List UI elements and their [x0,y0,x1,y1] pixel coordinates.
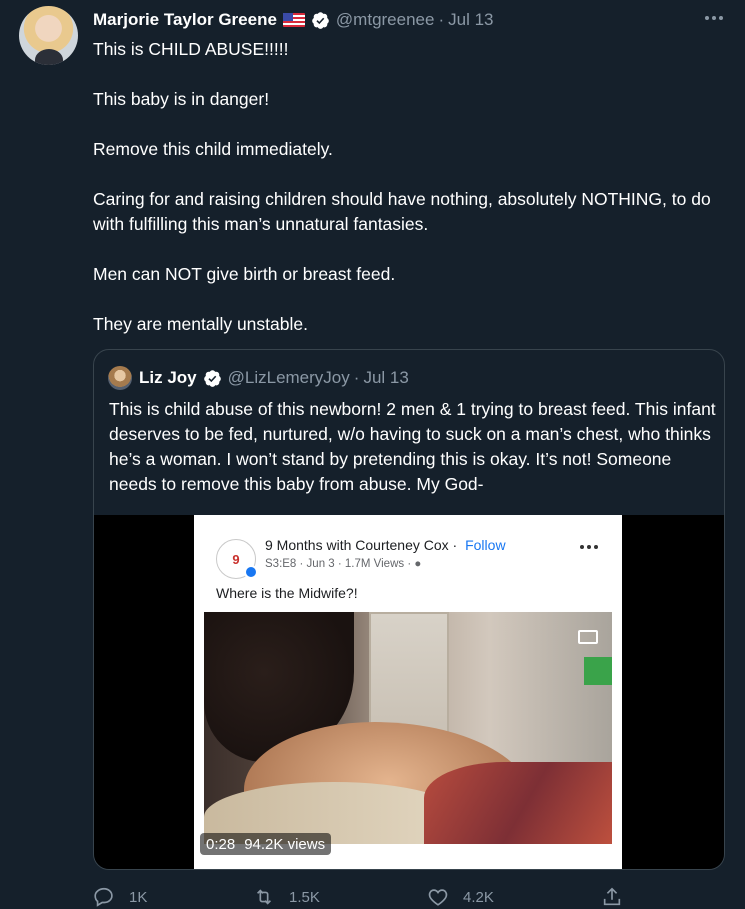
green-object-shape [584,657,612,685]
quote-author-name[interactable]: Liz Joy [139,368,197,388]
video-info-badge: 0:28 94.2K views [200,833,332,855]
tweet-paragraph: This is CHILD ABUSE!!!!! [93,39,289,59]
reply-count: 1K [129,888,148,906]
author-handle[interactable]: @mtgreenee [336,10,435,30]
quote-text: This is child abuse of this newborn! 2 m… [109,399,716,494]
fb-post-meta: S3:E8 · Jun 3 · 1.7M Views · ● [265,558,421,570]
separator: · [438,10,445,29]
quoted-tweet[interactable]: Liz Joy @LizLemeryJoy · Jul 13 This is c… [93,349,725,870]
fb-follow-link: Follow [465,537,506,553]
more-options-icon[interactable] [703,8,725,28]
share-icon [603,887,621,906]
fb-page-name: 9 Months with Courteney Cox [265,537,449,553]
verified-badge-icon [244,565,258,579]
facebook-post-screenshot: 9 9 Months with Courteney Cox · Follow S… [194,515,622,869]
heart-icon [428,889,448,906]
separator: · [452,537,458,553]
share-button[interactable] [601,886,623,908]
quote-author-handle[interactable]: @LizLemeryJoy [228,368,350,388]
retweet-count: 1.5K [289,888,320,906]
tweet-date[interactable]: Jul 13 [448,10,493,30]
us-flag-icon [282,13,305,27]
video-views: 94.2K views [244,835,326,853]
tweet-paragraph: Remove this child immediately. [93,139,333,159]
author-name[interactable]: Marjorie Taylor Greene [93,10,277,30]
action-bar: 1K 1.5K 4.2K [93,886,633,909]
author-avatar[interactable] [19,6,78,65]
tweet-paragraph: This baby is in danger! [93,89,270,109]
retweet-button[interactable]: 1.5K [253,886,320,908]
globe-icon: ● [414,558,422,570]
cast-icon [578,630,598,644]
tweet-paragraph: Men can NOT give birth or breast feed. [93,264,396,284]
fb-caption: Where is the Midwife?! [216,585,358,601]
like-button[interactable]: 4.2K [427,886,494,908]
quote-date[interactable]: Jul 13 [363,368,408,388]
verified-badge-icon [312,11,329,29]
tweet-text: This is CHILD ABUSE!!!!! This baby is in… [93,37,723,337]
tweet-paragraph: Caring for and raising children should h… [93,189,711,234]
quote-author-avatar[interactable] [108,366,132,390]
fb-meta-text: S3:E8 · Jun 3 · 1.7M Views · [265,558,412,570]
tweet-header: Marjorie Taylor Greene @mtgreenee · Jul … [93,9,494,31]
like-count: 4.2K [463,888,494,906]
blanket-shape [424,762,612,844]
quote-header: Liz Joy @LizLemeryJoy · Jul 13 [108,366,409,390]
fb-page-title: 9 Months with Courteney Cox · Follow [265,537,506,553]
verified-badge-icon [203,369,221,387]
tweet-paragraph: They are mentally unstable. [93,314,308,334]
reply-button[interactable]: 1K [93,886,147,908]
video-frame [204,612,612,844]
reply-icon [94,887,113,907]
retweet-icon [256,889,272,905]
more-options-icon [580,545,598,549]
video-duration: 0:28 [206,835,236,853]
separator: · [353,368,360,387]
video-player[interactable]: 9 9 Months with Courteney Cox · Follow S… [94,515,724,869]
